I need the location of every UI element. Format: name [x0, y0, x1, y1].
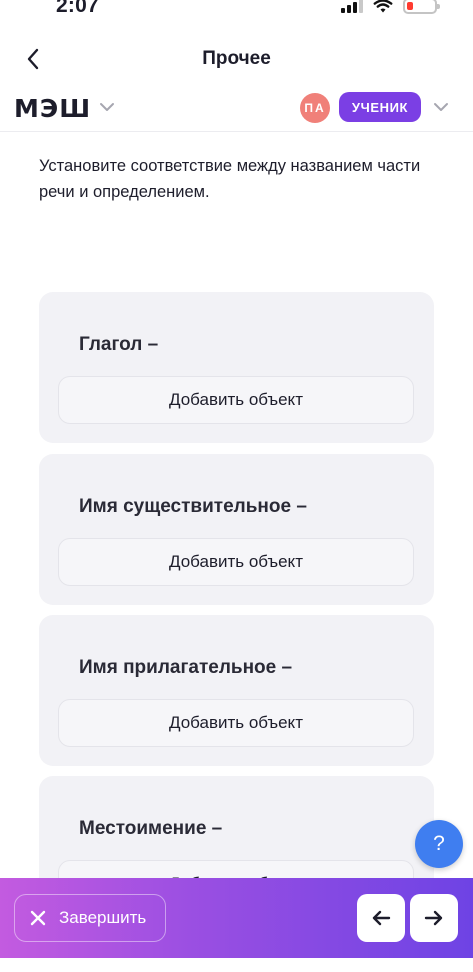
chevron-down-icon	[100, 103, 114, 111]
brand-logo: МЭШ	[14, 94, 92, 123]
brand-header: МЭШ ПА УЧЕНИК	[0, 88, 473, 132]
next-button[interactable]	[410, 894, 458, 942]
role-badge[interactable]: УЧЕНИК	[339, 92, 421, 122]
close-icon	[29, 909, 47, 927]
brand-menu-toggle[interactable]	[98, 98, 116, 121]
arrow-left-icon	[372, 910, 391, 926]
finish-label: Завершить	[59, 908, 147, 927]
page-title: Прочее	[202, 48, 271, 69]
nav-bar: Прочее	[0, 38, 473, 78]
card-title: Имя прилагательное –	[79, 657, 293, 678]
finish-button[interactable]: Завершить	[14, 894, 166, 942]
task-instruction: Установите соответствие между названием …	[39, 157, 421, 201]
match-card: Имя существительное – Добавить объект	[39, 454, 434, 605]
add-object-button[interactable]: Добавить объект	[58, 376, 414, 424]
status-bar: 2:07	[0, 0, 473, 22]
role-menu-toggle[interactable]	[432, 98, 450, 121]
signal-icon	[341, 0, 363, 13]
avatar[interactable]: ПА	[300, 93, 330, 123]
bottom-action-bar: Завершить	[0, 878, 473, 958]
status-icons	[341, 0, 440, 14]
previous-button[interactable]	[357, 894, 405, 942]
arrow-right-icon	[424, 910, 443, 926]
add-object-button[interactable]: Добавить объект	[58, 538, 414, 586]
help-button[interactable]: ?	[415, 820, 463, 868]
card-title: Имя существительное –	[79, 496, 307, 517]
add-object-button[interactable]: Добавить объект	[58, 699, 414, 747]
status-time: 2:07	[56, 0, 99, 17]
card-title: Глагол –	[79, 334, 159, 355]
home-indicator-area	[0, 958, 473, 972]
task-content: Установите соответствие между названием …	[18, 133, 455, 927]
card-title: Местоимение –	[79, 818, 223, 839]
chevron-down-icon	[434, 103, 448, 111]
match-card: Имя прилагательное – Добавить объект	[39, 615, 434, 766]
battery-icon	[403, 0, 440, 14]
wifi-icon	[373, 0, 393, 12]
match-card: Глагол – Добавить объект	[39, 292, 434, 443]
